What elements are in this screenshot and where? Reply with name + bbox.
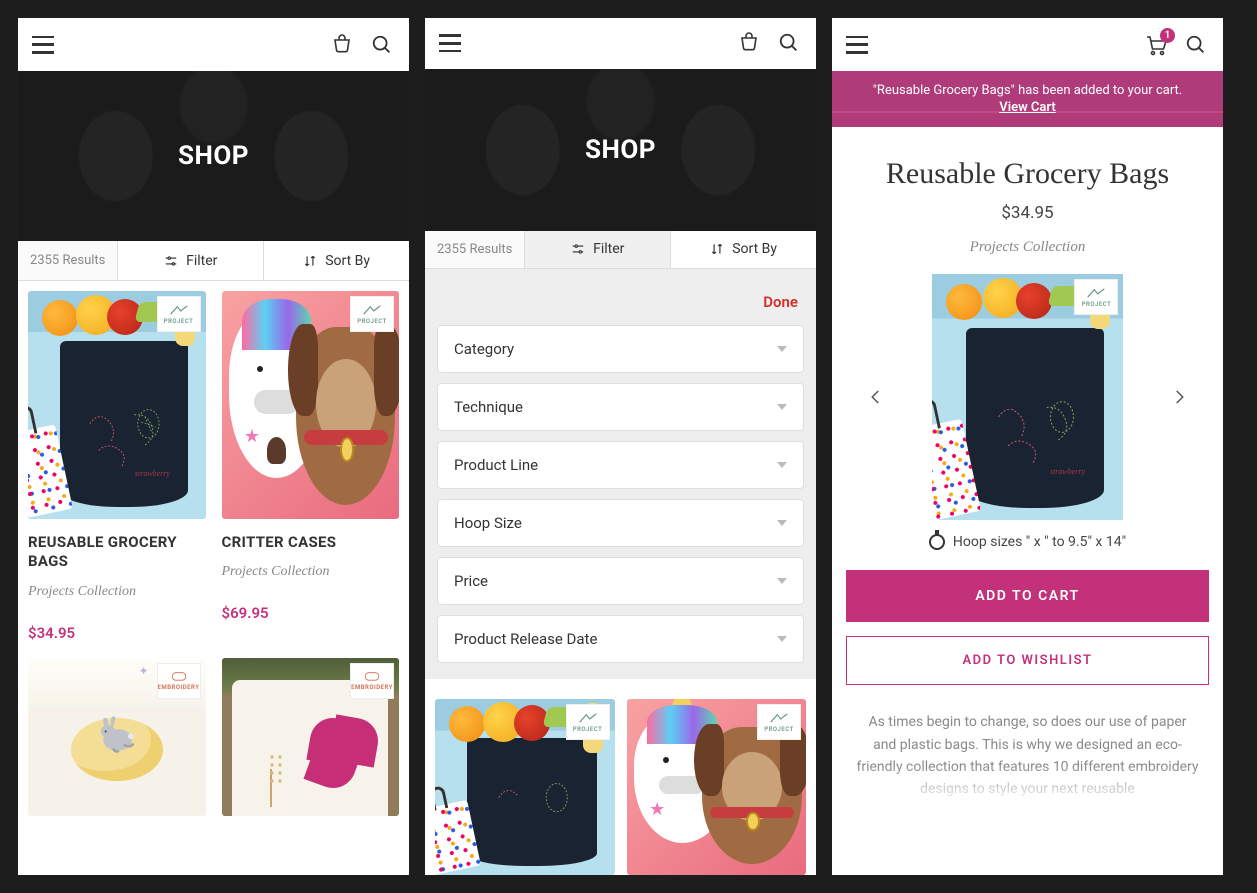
filter-product-line[interactable]: Product Line	[437, 441, 804, 489]
view-cart-link[interactable]: View Cart	[862, 100, 1193, 115]
project-badge: PROJECT	[350, 296, 394, 332]
embroidery-badge: EMBROIDERY	[157, 663, 201, 699]
product-hero-image: strawberry PROJECT	[932, 274, 1124, 520]
filter-price[interactable]: Price	[437, 557, 804, 605]
notice-text: "Reusable Grocery Bags" has been added t…	[873, 83, 1182, 98]
embroidery-badge: EMBROIDERY	[350, 663, 394, 699]
product-image: ★ PROJECT	[222, 291, 400, 519]
header	[425, 18, 816, 69]
shop-hero: SHOP	[425, 69, 816, 231]
cart-icon[interactable]	[329, 32, 355, 58]
chevron-down-icon	[777, 462, 787, 468]
menu-icon[interactable]	[439, 34, 461, 52]
filter-done-button[interactable]: Done	[437, 281, 804, 315]
sort-label: Sort By	[325, 253, 370, 269]
result-count: 2355 Results	[425, 231, 525, 268]
hoop-icon	[929, 534, 945, 550]
screen-pdp: 1 "Reusable Grocery Bags" has been added…	[832, 18, 1223, 875]
product-name: REUSABLE GROCERY BAGS	[28, 533, 206, 572]
product-grid: strawberry PROJECT REUSABLE GROCERY BAGS…	[18, 281, 409, 816]
filter-label: Filter	[593, 241, 624, 257]
project-badge: PROJECT	[566, 704, 610, 740]
image-carousel: strawberry PROJECT	[862, 274, 1193, 520]
menu-icon[interactable]	[32, 36, 54, 54]
product-name: CRITTER CASES	[222, 533, 400, 553]
carousel-prev[interactable]	[862, 383, 890, 411]
product-image[interactable]: PROJECT	[435, 699, 615, 875]
product-collection: Projects Collection	[832, 239, 1223, 256]
screen-shop-filter: SHOP 2355 Results Filter Sort By Done Ca…	[425, 18, 816, 875]
project-badge: PROJECT	[757, 704, 801, 740]
sort-label: Sort By	[732, 241, 777, 257]
chevron-down-icon	[777, 404, 787, 410]
filter-button[interactable]: Filter	[525, 231, 671, 268]
chevron-down-icon	[777, 520, 787, 526]
header: 1	[832, 18, 1223, 71]
product-collection: Projects Collection	[28, 584, 206, 600]
filter-hoop-size[interactable]: Hoop Size	[437, 499, 804, 547]
toolbar: 2355 Results Filter Sort By	[425, 231, 816, 269]
page-title: SHOP	[585, 135, 656, 165]
product-card[interactable]: EMBROIDERY	[222, 658, 400, 816]
product-title: Reusable Grocery Bags	[852, 157, 1203, 191]
cart-icon[interactable]: 1	[1143, 32, 1169, 58]
sort-button[interactable]: Sort By	[264, 241, 409, 280]
filter-technique[interactable]: Technique	[437, 383, 804, 431]
product-description: As times begin to change, so does our us…	[856, 711, 1199, 801]
search-icon[interactable]	[776, 30, 802, 56]
product-card[interactable]: ★ PROJECT CRITTER CASES Projects Collect…	[222, 291, 400, 642]
product-collection: Projects Collection	[222, 564, 400, 580]
product-image[interactable]: ★ PROJECT	[627, 699, 807, 875]
filter-category[interactable]: Category	[437, 325, 804, 373]
hoop-size-info: Hoop sizes " x " to 9.5" x 14"	[832, 534, 1223, 550]
cart-count-badge: 1	[1160, 28, 1175, 43]
filter-panel: Done Category Technique Product Line Hoo…	[425, 269, 816, 679]
chevron-down-icon	[777, 346, 787, 352]
cart-added-notice: "Reusable Grocery Bags" has been added t…	[832, 71, 1223, 127]
sort-button[interactable]: Sort By	[671, 231, 816, 268]
search-icon[interactable]	[1183, 32, 1209, 58]
product-image: ✦ ✧ · EMBROIDERY	[28, 658, 206, 816]
project-badge: PROJECT	[157, 296, 201, 332]
carousel-next[interactable]	[1165, 383, 1193, 411]
page-title: SHOP	[178, 141, 249, 171]
shop-hero: SHOP	[18, 71, 409, 241]
header	[18, 18, 409, 71]
product-image: strawberry PROJECT	[28, 291, 206, 519]
product-price: $34.95	[28, 624, 206, 642]
screen-shop-grid: SHOP 2355 Results Filter Sort By strawbe…	[18, 18, 409, 875]
product-price: $34.95	[832, 203, 1223, 223]
chevron-down-icon	[777, 636, 787, 642]
add-to-cart-button[interactable]: ADD TO CART	[846, 570, 1209, 622]
menu-icon[interactable]	[846, 36, 868, 54]
toolbar: 2355 Results Filter Sort By	[18, 241, 409, 281]
add-to-wishlist-button[interactable]: ADD TO WISHLIST	[846, 636, 1209, 685]
filter-label: Filter	[186, 253, 217, 269]
result-count: 2355 Results	[18, 241, 118, 280]
search-icon[interactable]	[369, 32, 395, 58]
cart-icon[interactable]	[736, 30, 762, 56]
product-price: $69.95	[222, 604, 400, 622]
product-grid: PROJECT ★ PROJECT	[425, 689, 816, 875]
product-card[interactable]: ✦ ✧ · EMBROIDERY	[28, 658, 206, 816]
product-image: EMBROIDERY	[222, 658, 400, 816]
filter-button[interactable]: Filter	[118, 241, 264, 280]
filter-release-date[interactable]: Product Release Date	[437, 615, 804, 663]
product-card[interactable]: strawberry PROJECT REUSABLE GROCERY BAGS…	[28, 291, 206, 642]
chevron-down-icon	[777, 578, 787, 584]
project-badge: PROJECT	[1074, 279, 1118, 315]
